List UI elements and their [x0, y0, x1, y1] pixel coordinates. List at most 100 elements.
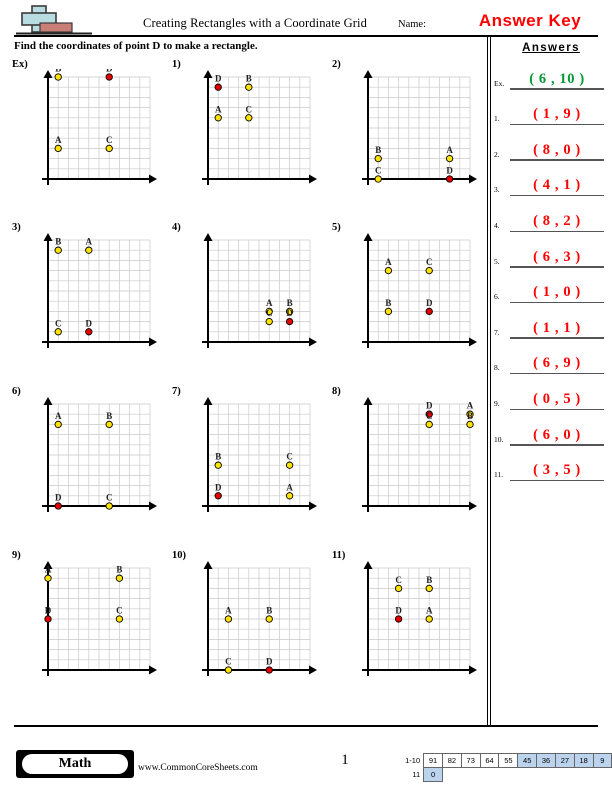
answer-row: 7. ( 1 , 1 )	[492, 303, 610, 339]
plot-point-a[interactable]	[425, 615, 433, 623]
point-label-a: A	[215, 104, 222, 114]
problem-ex: Ex) A B C D	[8, 57, 168, 217]
score-table-cell: 9	[592, 753, 612, 768]
problem-3: 3) B A C D	[8, 220, 168, 380]
plot-point-d[interactable]	[445, 175, 454, 183]
plot-point-d[interactable]	[214, 492, 222, 500]
problem-label: 4)	[172, 222, 181, 233]
plot-point-a[interactable]	[44, 574, 52, 582]
problem-7: 7) B C D A	[168, 384, 328, 544]
problem-label: 8)	[332, 386, 341, 397]
point-label-b: B	[375, 145, 381, 155]
point-label-a: A	[86, 237, 93, 247]
plot-point-c[interactable]	[425, 266, 433, 275]
answer-row-value: ( 6 , 0 )	[533, 426, 581, 443]
plot-point-d[interactable]	[54, 502, 62, 510]
answer-row: 6. ( 1 , 0 )	[492, 268, 610, 304]
plot-point-c[interactable]	[54, 328, 62, 336]
coordinate-grid[interactable]: A B C D	[196, 560, 318, 682]
plot-point-d[interactable]	[85, 328, 93, 336]
problem-2: 2) B C A D	[328, 57, 488, 217]
problem-label: 1)	[172, 59, 181, 70]
plot-point-b[interactable]	[384, 307, 393, 316]
point-label-a: A	[55, 411, 62, 421]
problem-label: 7)	[172, 386, 181, 397]
plot-point-a[interactable]	[54, 144, 62, 153]
plot-point-a[interactable]	[214, 114, 222, 122]
plot-point-b[interactable]	[105, 420, 113, 429]
plot-point-a[interactable]	[85, 246, 93, 254]
answer-row: 11. ( 3 , 5 )	[492, 446, 610, 482]
plot-point-a[interactable]	[54, 420, 62, 429]
score-table-cell: 18	[573, 753, 594, 768]
coordinate-grid[interactable]: D A C B	[356, 396, 478, 518]
answer-row-line	[510, 479, 604, 482]
point-label-d: D	[86, 318, 93, 328]
plot-point-c[interactable]	[105, 502, 113, 510]
problem-5: 5) A C B D	[328, 220, 488, 380]
answer-row-value: ( 1 , 0 )	[533, 284, 581, 301]
problem-6: 6) A B D C	[8, 384, 168, 544]
coordinate-grid[interactable]: C B D A	[356, 560, 478, 682]
plot-point-b[interactable]	[265, 615, 273, 623]
plot-point-c[interactable]	[394, 584, 403, 593]
instructions-text: Find the coordinates of point D to make …	[14, 40, 258, 52]
point-label-b: B	[266, 606, 272, 616]
score-table-cell-empty	[442, 768, 461, 782]
score-table-cell: 73	[460, 753, 481, 768]
point-label-d: D	[446, 166, 453, 176]
point-label-c: C	[375, 166, 382, 176]
coordinate-grid[interactable]: A C B D	[356, 232, 478, 354]
page-header: Creating Rectangles with a Coordinate Gr…	[0, 0, 612, 52]
plot-point-b[interactable]	[374, 154, 382, 163]
answer-row: 2. ( 8 , 0 )	[492, 125, 610, 161]
plot-point-b[interactable]	[115, 574, 124, 582]
plot-point-b[interactable]	[214, 461, 222, 469]
point-label-b: B	[246, 74, 252, 84]
score-table-cell: 64	[479, 753, 500, 768]
plot-point-a[interactable]	[285, 492, 294, 500]
plot-point-d[interactable]	[214, 83, 222, 91]
point-label-c: C	[55, 318, 62, 328]
plot-point-c[interactable]	[105, 144, 113, 153]
plot-point-c[interactable]	[374, 175, 382, 183]
plot-point-d[interactable]	[265, 666, 273, 674]
coordinate-grid[interactable]: A B D C	[36, 560, 158, 682]
coordinate-grid[interactable]: A B C D	[196, 232, 318, 354]
coordinate-grid[interactable]: B C A D	[356, 69, 478, 191]
plot-point-b[interactable]	[54, 73, 62, 81]
coordinate-grid[interactable]: A B C D	[36, 69, 158, 191]
plot-point-b[interactable]	[466, 420, 474, 429]
coordinate-grid[interactable]: A B D C	[36, 396, 158, 518]
coordinate-grid[interactable]: B C D A	[196, 396, 318, 518]
coordinate-grid[interactable]: B A C D	[36, 232, 158, 354]
plot-point-d[interactable]	[105, 73, 113, 81]
score-table-row-label: 11	[412, 770, 421, 779]
plot-point-d[interactable]	[285, 317, 294, 326]
plot-point-d[interactable]	[394, 615, 403, 623]
plot-point-d[interactable]	[44, 615, 52, 623]
plot-point-c[interactable]	[224, 666, 233, 674]
plot-point-a[interactable]	[445, 154, 454, 163]
plot-point-d[interactable]	[425, 307, 433, 316]
plot-point-b[interactable]	[425, 584, 433, 593]
coordinate-grid[interactable]: D B A C	[196, 69, 318, 191]
plot-point-a[interactable]	[384, 266, 393, 275]
plot-point-c[interactable]	[285, 461, 294, 469]
answer-row: 4. ( 8 , 2 )	[492, 196, 610, 232]
point-label-d: D	[215, 74, 222, 84]
answer-row-value: ( 6 , 9 )	[533, 355, 581, 372]
plot-point-c[interactable]	[265, 317, 273, 326]
problem-10: 10) A B C D	[168, 548, 328, 708]
plot-point-b[interactable]	[245, 83, 253, 91]
plot-point-c[interactable]	[115, 615, 124, 623]
plot-point-b[interactable]	[54, 246, 62, 254]
point-label-b: B	[215, 452, 221, 462]
plot-point-c[interactable]	[425, 420, 433, 429]
answers-panel: Answers Ex. ( 6 , 10 ) 1. ( 1 , 9 ) 2. ( 8 , …	[492, 40, 610, 482]
score-table-row-label: 1-10	[405, 756, 421, 765]
plot-point-c[interactable]	[245, 114, 253, 122]
plot-point-a[interactable]	[224, 615, 233, 623]
problem-4: 4) A B C D	[168, 220, 328, 380]
score-table-cell-empty	[574, 768, 593, 782]
